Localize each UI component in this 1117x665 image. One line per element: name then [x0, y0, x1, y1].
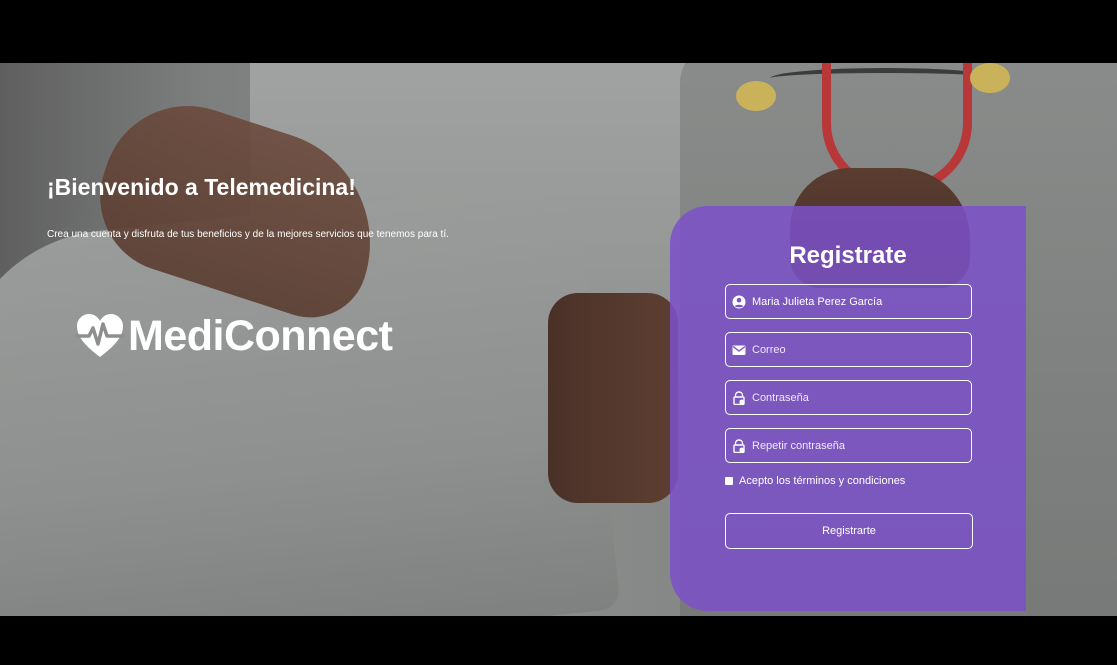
stethoscope-earpiece-shape — [736, 81, 776, 111]
welcome-title: ¡Bienvenido a Telemedicina! — [47, 174, 356, 200]
repeat-password-input[interactable] — [752, 439, 957, 452]
terms-checkbox-row[interactable]: Acepto los términos y condiciones — [725, 475, 905, 487]
repeat-password-field[interactable] — [725, 428, 972, 463]
name-field[interactable] — [725, 284, 972, 319]
email-field[interactable] — [725, 332, 972, 367]
envelope-icon — [732, 345, 746, 355]
brand-logo: MediConnect — [74, 308, 393, 364]
register-button[interactable]: Registrarte — [725, 513, 973, 549]
terms-checkbox[interactable] — [725, 477, 733, 485]
email-input[interactable] — [752, 343, 957, 356]
terms-label: Acepto los términos y condiciones — [739, 475, 906, 487]
password-field[interactable] — [725, 380, 972, 415]
user-circle-icon — [732, 295, 746, 308]
letterbox-bottom — [0, 616, 1117, 665]
lock-icon — [733, 438, 745, 453]
forearm-shape — [548, 293, 678, 503]
brand-name: MediConnect — [128, 311, 393, 360]
name-input[interactable] — [752, 295, 957, 308]
lock-icon — [733, 390, 745, 405]
register-title: Registrate — [789, 242, 907, 269]
welcome-subtitle: Crea una cuenta y disfruta de tus benefi… — [47, 229, 449, 240]
heart-pulse-icon — [75, 314, 125, 357]
stethoscope-earpiece-shape — [970, 63, 1010, 93]
password-input[interactable] — [752, 391, 957, 404]
letterbox-top — [0, 0, 1117, 63]
register-card: Registrate Acepto los — [670, 206, 1026, 611]
